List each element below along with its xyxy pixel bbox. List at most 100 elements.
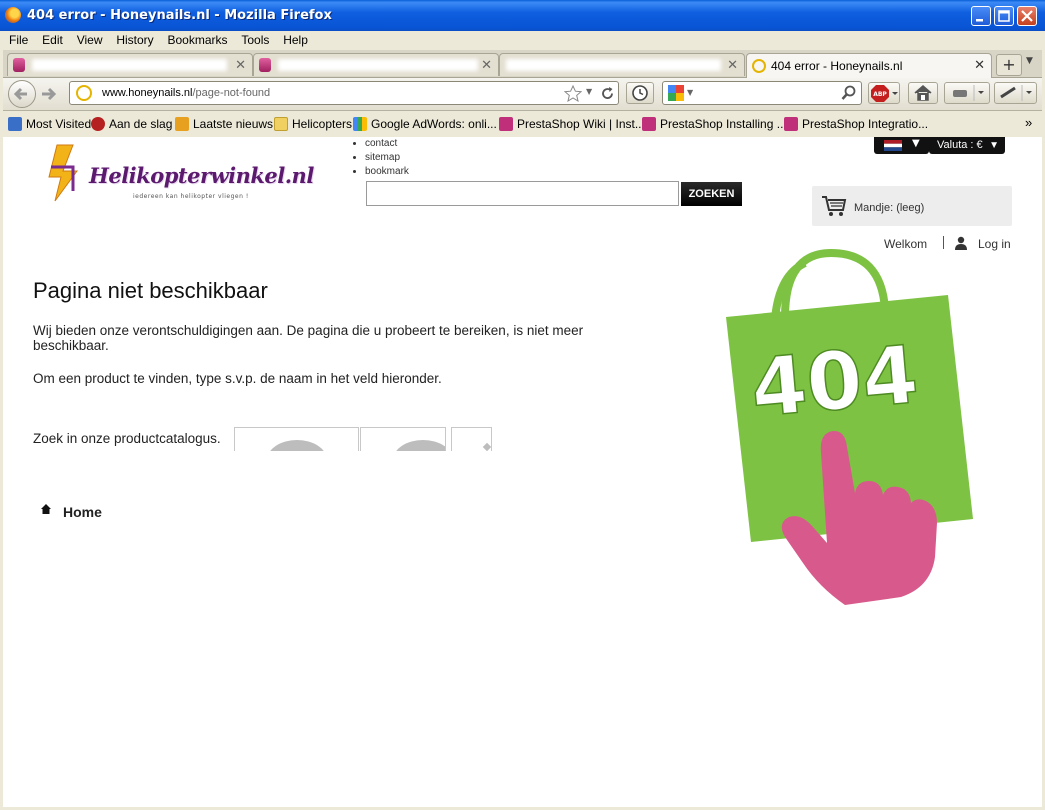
dutch-flag-icon [884,140,902,151]
addon-button-2[interactable] [994,82,1037,104]
catalog-search-input[interactable] [234,427,359,451]
back-arrow-icon [13,87,27,101]
close-tab-icon[interactable]: ✕ [974,57,985,73]
logo-tagline: iedereen kan helikopter vliegen ! [133,193,249,200]
home-button[interactable] [908,82,938,104]
tab-1[interactable]: ✕ [7,53,253,76]
bookmark-label: Google AdWords: onli... [371,117,497,131]
error-code: 404 [747,328,921,435]
prestashop-icon [499,117,513,131]
catalog-search-broken-field[interactable] [360,427,446,451]
google-icon[interactable] [668,85,684,101]
right-margin [1014,137,1042,807]
bookmark-label: Helicopters [292,117,353,131]
bookmarks-overflow-icon[interactable]: » [1025,115,1032,130]
site-logo[interactable]: Helikopterwinkel.nl iedereen kan helikop… [43,141,314,205]
menu-history[interactable]: History [110,31,157,47]
close-tab-icon[interactable]: ✕ [481,57,492,73]
tab-2[interactable]: ✕ [253,53,499,76]
bookmark-label: PrestaShop Installing ... [660,117,787,131]
site-identity-icon[interactable] [76,85,92,101]
adblock-icon: ABP [871,85,898,102]
prestashop-icon [13,58,25,72]
maximize-icon [998,10,1010,22]
svg-text:ABP: ABP [873,91,887,98]
prestashop-icon [259,58,271,72]
title-bar[interactable]: 404 error - Honeynails.nl - Mozilla Fire… [0,0,1045,31]
bookmark-laatste-nieuws[interactable]: Laatste nieuws [175,117,273,131]
bookmark-most-visited[interactable]: Most Visited [8,117,91,131]
bookmark-link[interactable]: bookmark [365,165,409,179]
top-links: contact sitemap bookmark [353,137,409,179]
search-box[interactable]: ▼ [662,81,862,105]
menu-tools[interactable]: Tools [235,31,273,47]
bookmark-google-adwords[interactable]: Google AdWords: onli... [353,117,497,131]
language-dropdown-icon: ▼ [912,138,920,149]
history-button[interactable] [626,82,654,104]
bookmark-prestashop-wiki[interactable]: PrestaShop Wiki | Inst... [499,117,645,131]
maximize-button[interactable] [994,6,1014,26]
tab-3[interactable]: ✕ [499,53,745,76]
minimize-icon [976,19,983,22]
firefox-icon [5,7,21,23]
cart-block[interactable]: Mandje: (leeg) [812,186,1012,226]
sitemap-link[interactable]: sitemap [365,151,409,165]
tab-strip: ✕ ✕ ✕ 404 error - Honeynails.nl ✕ + ▼ [3,50,1042,78]
bookmark-label: Laatste nieuws [193,117,274,131]
menu-bar: File Edit View History Bookmarks Tools H… [3,31,1042,50]
star-bookmark-icon[interactable] [564,85,582,102]
bookmark-helicopters[interactable]: Helicopters [274,117,352,131]
page-title: Pagina niet beschikbaar [33,278,268,303]
tab-active[interactable]: 404 error - Honeynails.nl ✕ [746,53,992,78]
home-link[interactable]: Home [63,504,102,520]
prestashop-icon [784,117,798,131]
currency-dropdown-icon: ▼ [989,140,999,151]
firefox-icon [91,117,105,131]
bookmark-aan-de-slag[interactable]: Aan de slag [91,117,172,131]
url-text[interactable]: www.honeynails.nl/page-not-found [102,87,270,99]
home-icon [41,504,51,514]
search-engine-dropdown-icon[interactable]: ▼ [687,88,693,97]
addon-button-1[interactable] [944,82,990,104]
history-dropdown-icon[interactable]: ▼ [586,87,592,96]
catalog-search-button[interactable] [451,427,492,451]
site-search-input[interactable] [366,181,679,206]
tab-list-icon[interactable]: ▼ [1026,56,1033,66]
page-content: Helikopterwinkel.nl iedereen kan helikop… [3,137,1014,807]
google-icon [353,117,367,131]
url-domain: www.honeynails.nl [102,87,193,99]
back-button[interactable] [8,80,36,108]
firefox-window: 404 error - Honeynails.nl - Mozilla Fire… [0,0,1045,810]
menu-file[interactable]: File [3,31,32,47]
logo-text: Helikopterwinkel.nl [89,163,314,188]
currency-label: Valuta : € [937,139,983,151]
address-bar[interactable]: www.honeynails.nl/page-not-found ▼ [69,81,619,105]
bookmark-label: PrestaShop Integratio... [802,117,929,131]
search-hint: Om een product te vinden, type s.v.p. de… [33,371,442,386]
site-favicon-icon [752,59,766,73]
menu-edit[interactable]: Edit [36,31,67,47]
close-tab-icon[interactable]: ✕ [235,57,246,73]
bookmarks-toolbar: Most Visited Aan de slag Laatste nieuws … [3,111,1042,138]
minimize-button[interactable] [971,6,991,26]
bookmark-prestashop-integratio[interactable]: PrestaShop Integratio... [784,117,928,131]
language-selector[interactable]: ▼ [874,137,929,154]
bookmark-label: PrestaShop Wiki | Inst... [517,117,645,131]
menu-bookmarks[interactable]: Bookmarks [161,31,231,47]
new-tab-button[interactable]: + [996,54,1022,76]
magnifier-icon[interactable] [841,85,857,101]
search-button[interactable]: ZOEKEN [681,182,742,206]
contact-link[interactable]: contact [365,137,409,151]
bookmark-prestashop-installing[interactable]: PrestaShop Installing ... [642,117,787,131]
reload-icon[interactable] [600,86,615,101]
currency-selector[interactable]: Valuta : € ▼ [929,137,1005,154]
adblock-button[interactable]: ABP [868,82,900,104]
close-button[interactable] [1017,6,1037,26]
menu-view[interactable]: View [71,31,107,47]
menu-help[interactable]: Help [277,31,312,47]
close-tab-icon[interactable]: ✕ [727,57,738,73]
error-404-illustration: 404 [726,248,973,605]
clock-icon [632,85,648,101]
close-icon [1021,10,1033,22]
forward-button[interactable] [39,85,59,107]
